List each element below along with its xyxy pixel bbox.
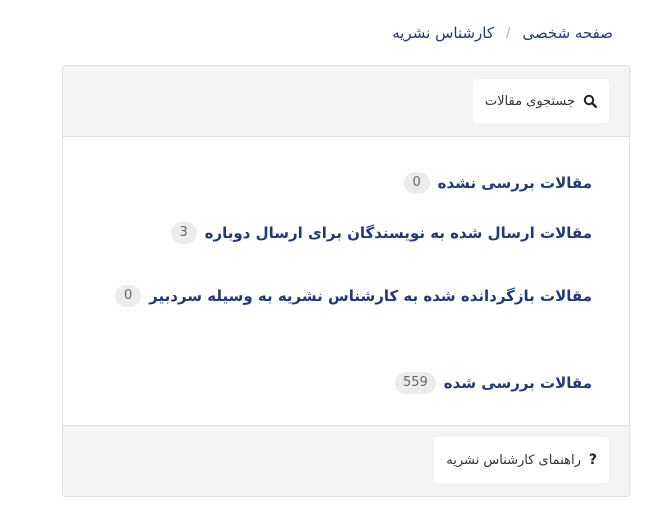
count-badge: 559 [394,372,436,394]
breadcrumb-current: کارشناس نشریه [392,24,495,42]
editor-panel: جستجوی مقالات مقالات بررسی نشده 0 مقالات… [62,65,630,497]
category-sent-back-to-authors[interactable]: مقالات ارسال شده به نویسندگان برای ارسال… [170,222,592,244]
panel-footer: ? راهنمای کارشناس نشریه [63,425,629,496]
breadcrumb: صفحه شخصی / کارشناس نشریه [392,24,613,42]
editor-guide-label: راهنمای کارشناس نشریه [446,452,581,468]
category-label[interactable]: مقالات بررسی نشده [438,174,592,192]
panel-toolbar: جستجوی مقالات [63,66,629,137]
category-label[interactable]: مقالات بررسی شده [444,374,592,392]
search-icon [583,94,597,108]
search-articles-button[interactable]: جستجوی مقالات [472,79,609,123]
question-icon: ? [588,452,597,468]
count-badge: 0 [403,172,430,194]
category-unreviewed[interactable]: مقالات بررسی نشده 0 [403,172,592,194]
count-badge: 0 [115,285,142,307]
search-articles-label: جستجوی مقالات [484,93,575,109]
category-returned-by-editor[interactable]: مقالات بازگردانده شده به کارشناس نشریه ب… [115,285,592,307]
category-reviewed[interactable]: مقالات بررسی شده 559 [394,372,592,394]
breadcrumb-separator: / [506,25,511,41]
breadcrumb-home-link[interactable]: صفحه شخصی [522,24,613,42]
category-label[interactable]: مقالات بازگردانده شده به کارشناس نشریه ب… [149,287,592,305]
category-label[interactable]: مقالات ارسال شده به نویسندگان برای ارسال… [205,224,592,242]
count-badge: 3 [170,222,197,244]
editor-guide-button[interactable]: ? راهنمای کارشناس نشریه [434,437,609,483]
